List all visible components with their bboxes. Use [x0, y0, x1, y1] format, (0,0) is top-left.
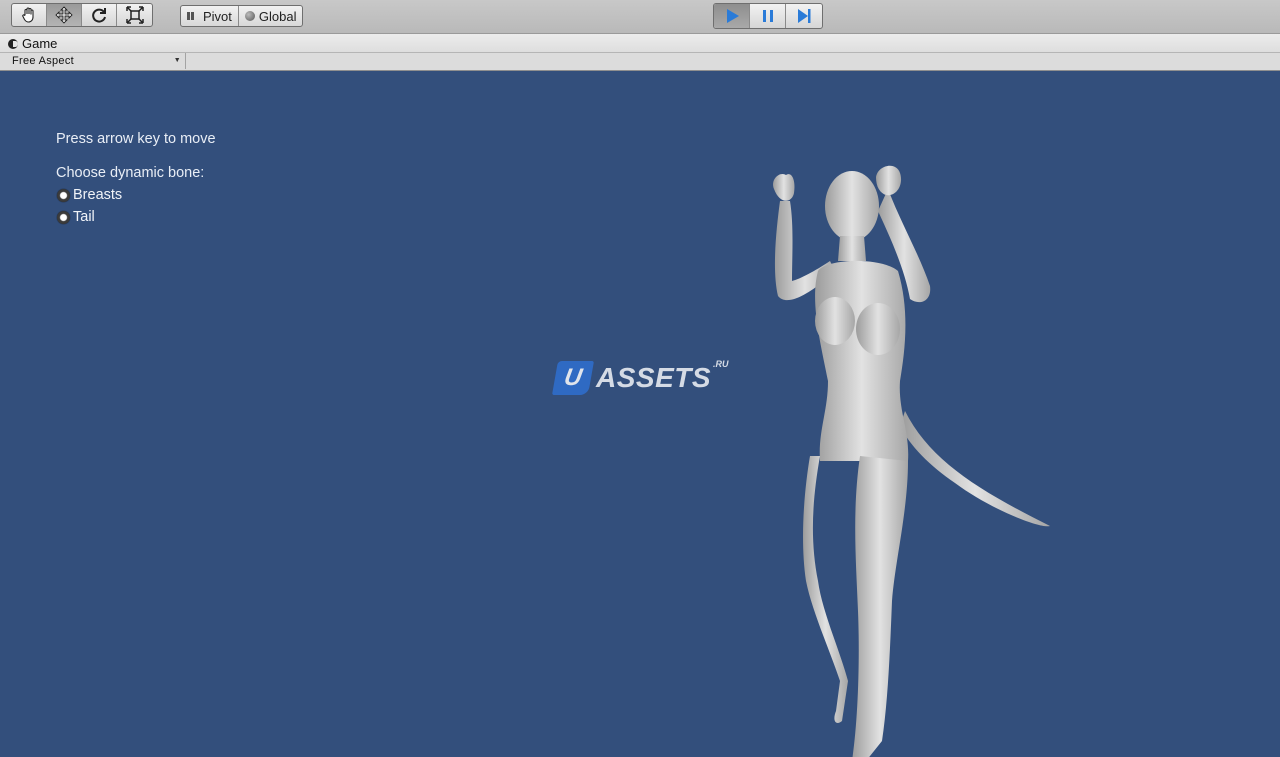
aspect-dropdown[interactable]: Free Aspect ▼ — [6, 53, 186, 69]
pivot-label: Pivot — [203, 8, 232, 24]
scale-icon — [125, 6, 144, 24]
pause-button[interactable] — [750, 4, 786, 28]
pacman-icon — [8, 38, 18, 49]
global-label: Global — [258, 8, 297, 24]
global-button[interactable]: Global — [239, 6, 303, 26]
aspect-dropdown-label: Free Aspect — [12, 55, 74, 67]
game-viewport[interactable]: Press arrow key to move Choose dynamic b… — [0, 71, 1280, 757]
rotate-tool-button[interactable] — [82, 4, 117, 26]
character-model — [773, 165, 1050, 757]
globe-icon — [244, 11, 255, 21]
radio-option-breasts[interactable]: Breasts — [57, 187, 122, 203]
step-button[interactable] — [786, 4, 822, 28]
game-view-toolbar: Free Aspect ▼ — [0, 53, 1280, 71]
play-icon — [726, 9, 739, 23]
choose-bone-label: Choose dynamic bone: — [56, 165, 205, 181]
move-tool-button[interactable] — [47, 4, 82, 26]
pivot-global-toggle: Pivot Global — [180, 5, 304, 27]
rotate-icon — [92, 8, 106, 23]
dropdown-arrow-icon: ▼ — [173, 57, 181, 64]
move-icon — [55, 6, 73, 24]
logo-mark: U — [552, 361, 594, 395]
step-icon — [798, 9, 811, 23]
pivot-button[interactable]: Pivot — [181, 6, 239, 26]
radio-label-tail: Tail — [73, 209, 95, 225]
game-tab-bar: Game — [0, 34, 1280, 53]
watermark-logo: U ASSETS .RU — [552, 359, 729, 395]
radio-label-breasts: Breasts — [73, 187, 123, 203]
tab-game-label: Game — [22, 36, 58, 51]
hand-icon — [22, 7, 34, 23]
radio-icon — [57, 188, 70, 202]
move-hint-label: Press arrow key to move — [56, 131, 216, 147]
tab-game[interactable]: Game — [8, 35, 57, 52]
scale-tool-button[interactable] — [117, 4, 152, 26]
radio-icon — [57, 210, 70, 224]
logo-suffix: .RU — [713, 359, 729, 369]
play-button[interactable] — [714, 4, 750, 28]
pause-icon — [762, 10, 773, 22]
pivot-icon — [187, 11, 199, 21]
logo-text: ASSETS — [596, 362, 712, 393]
hand-tool-button[interactable] — [12, 4, 47, 26]
transform-tools — [11, 3, 153, 27]
radio-option-tail[interactable]: Tail — [57, 209, 95, 225]
playback-controls — [713, 3, 823, 29]
editor-toolbar: Pivot Global — [0, 0, 1280, 34]
